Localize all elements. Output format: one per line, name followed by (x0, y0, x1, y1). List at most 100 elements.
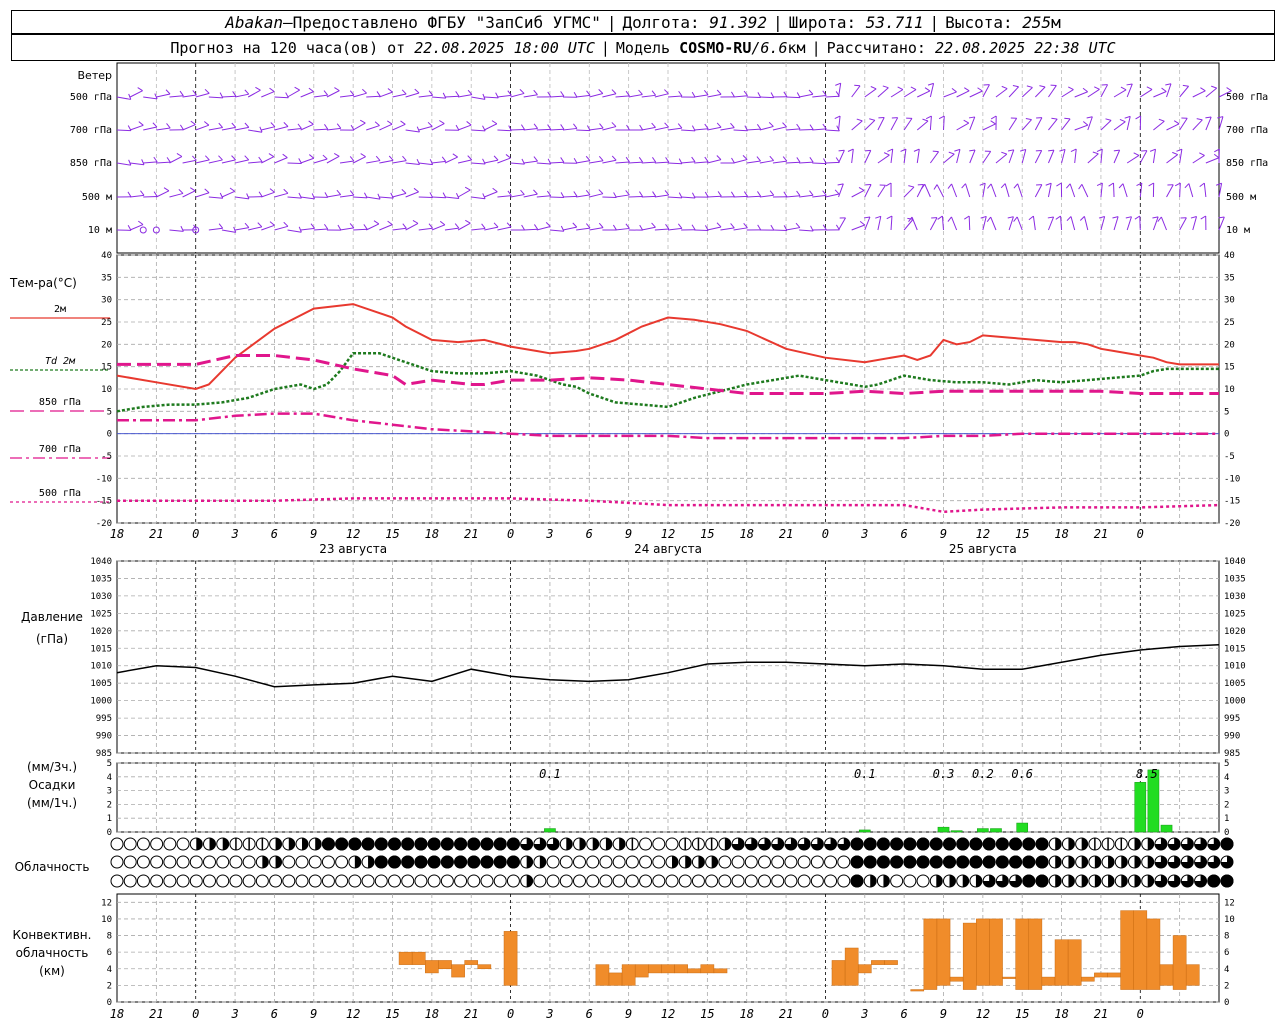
wind-barb-feather (948, 151, 955, 155)
temperature-panel-title: Тем-ра(°C) (9, 276, 77, 290)
wind-barb-shaft (759, 96, 774, 99)
wind-barb-shaft (523, 228, 538, 231)
wind-barb-shaft (772, 126, 787, 131)
cloud-symbol (308, 874, 322, 888)
cloud-symbol (559, 855, 573, 869)
convective-bar (1041, 976, 1056, 986)
wind-barb-feather (258, 191, 263, 197)
wind-barb-shaft (300, 123, 314, 131)
wind-barb-shaft (641, 226, 656, 231)
y-tick-label-left: 1010 (90, 662, 112, 672)
day-label: 24 августа (634, 542, 702, 556)
wind-barb-shaft (431, 196, 446, 199)
wind-barb-feather (990, 115, 997, 120)
wind-barb-shaft (418, 196, 433, 199)
wind-barb-feather (716, 155, 722, 160)
time-tick-label: 9 (940, 527, 947, 541)
wind-barb-shaft (287, 128, 302, 131)
wind-barb-feather (1001, 151, 1007, 155)
wind-barb-shaft (681, 161, 696, 164)
cloud-symbol (612, 855, 626, 869)
wind-barb-shaft (339, 194, 354, 198)
wind-barb-shaft (929, 83, 935, 98)
wind-barb-feather (882, 85, 889, 89)
wind-barb-feather (1048, 149, 1055, 152)
wind-barb-shaft (536, 195, 551, 198)
wind-barb-feather (322, 154, 328, 160)
wind-barb-feather (414, 88, 420, 94)
precip-annotation: 0.3 (933, 767, 955, 781)
cloud-symbol (771, 874, 785, 888)
wind-barb-shaft (681, 196, 696, 199)
wind-barb-feather (691, 91, 696, 98)
cloud-symbol (163, 855, 177, 869)
convective-bar (1094, 972, 1108, 978)
wind-barb-shaft (352, 156, 366, 164)
wind-barb-shaft (903, 89, 917, 98)
cloud-fill-full (1035, 874, 1049, 888)
wind-barb-feather (166, 157, 171, 163)
time-tick-label: 18 (1054, 527, 1068, 541)
y-tick-label-left: 10 (101, 915, 112, 925)
y-tick-label-left: 1 (107, 814, 112, 824)
wind-barb-feather (638, 157, 644, 163)
cloud-fill-full (1035, 837, 1049, 851)
cloud-fill-half (1081, 875, 1088, 887)
wind-barb-feather (283, 188, 289, 194)
wind-barb-feather (1064, 117, 1071, 120)
convective-bar (1133, 910, 1148, 990)
wind-barb-shaft (405, 191, 419, 198)
cloud-symbol (731, 874, 745, 888)
cloud-symbol (308, 855, 322, 869)
wind-barb-shaft (418, 125, 433, 131)
convective-bar (1067, 939, 1082, 986)
cloud-symbol (665, 837, 679, 851)
wind-barb-feather (834, 115, 841, 119)
wind-barb-shaft (366, 223, 380, 231)
cloud-symbol (189, 874, 203, 888)
pressure-axes: 1040 1040 1035 1035 1030 1030 1025 1025 1020 1020… (90, 557, 1245, 759)
cloud-symbol (559, 874, 573, 888)
cloud-symbol (652, 855, 666, 869)
wind-barb-shaft (313, 228, 328, 231)
time-tick-label: 0 (822, 527, 829, 541)
wind-barb-feather (964, 87, 970, 92)
pressure-panel-title: Давление (21, 610, 83, 624)
wind-barb-shaft (864, 216, 871, 231)
wind-barb-shaft (1074, 149, 1077, 164)
wind-barb-shaft (1034, 150, 1043, 164)
wind-barb-feather (416, 158, 420, 165)
cloud-symbol (493, 874, 507, 888)
wind-barb-shaft (300, 91, 314, 98)
wind-barb-feather (454, 223, 460, 229)
y-tick-label-right: 3 (1224, 787, 1229, 797)
cloud-symbol (335, 874, 349, 888)
wind-barb-shaft (956, 149, 961, 164)
wind-barb-shaft (936, 184, 944, 198)
cloud-symbol (784, 855, 798, 869)
wind-barb-shaft (707, 195, 722, 198)
wind-barb-shaft (877, 216, 882, 231)
wind-barb-feather (128, 159, 132, 166)
wind-barb-shaft (1100, 120, 1112, 131)
wind-barb-shaft (951, 216, 958, 231)
wind-barb-shaft (707, 126, 722, 131)
y-tick-label-left: -5 (101, 452, 112, 462)
cloud-symbol (229, 855, 243, 869)
wind-barb-shaft (536, 226, 551, 231)
wind-barb-shaft (576, 129, 591, 132)
convective-bar (884, 960, 898, 965)
y-tick-label-right: 1030 (1224, 592, 1246, 602)
wind-barb-shaft (1113, 182, 1115, 198)
wind-barb-feather (691, 156, 696, 163)
cloud-fill-full (467, 837, 481, 851)
wind-barb-feather (822, 224, 827, 231)
y-tick-label-right: 1 (1224, 814, 1229, 824)
wind-barb-feather (178, 189, 184, 194)
y-tick-label-right: 1040 (1224, 557, 1246, 567)
wind-barb-shaft (654, 161, 669, 164)
wind-barb-feather (1068, 86, 1074, 91)
wind-barb-shaft (1034, 184, 1043, 198)
wind-barb-feather (244, 222, 250, 228)
cloud-fill-full (374, 837, 388, 851)
